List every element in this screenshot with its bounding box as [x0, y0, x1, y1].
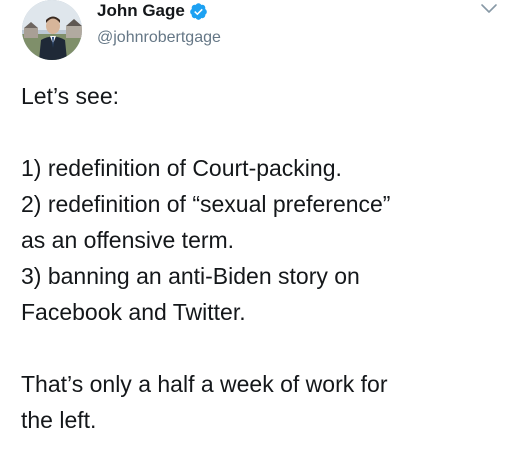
tweet-text: Let’s see: 1) redefinition of Court-pack… — [21, 78, 501, 438]
display-name[interactable]: John Gage — [97, 0, 185, 22]
tweet-intro: Let’s see: — [21, 83, 120, 109]
user-handle[interactable]: @johnrobertgage — [97, 27, 221, 49]
tweet-line: 1) redefinition of Court-packing. — [21, 155, 342, 181]
verified-badge-icon — [189, 2, 208, 21]
tweet-line: 3) banning an anti-Biden story on — [21, 263, 360, 289]
tweet-closing: the left. — [21, 407, 97, 433]
tweet-card: John Gage @johnrobertgage Let’s see: 1) … — [0, 0, 519, 450]
chevron-down-icon[interactable] — [479, 2, 499, 16]
avatar[interactable] — [22, 0, 82, 60]
tweet-line: as an offensive term. — [21, 227, 235, 253]
name-row: John Gage — [97, 0, 221, 22]
tweet-line: 2) redefinition of “sexual preference” — [21, 191, 391, 217]
tweet-closing: That’s only a half a week of work for — [21, 371, 388, 397]
author-block: John Gage @johnrobertgage — [97, 0, 221, 60]
tweet-line: Facebook and Twitter. — [21, 299, 246, 325]
profile-photo-image — [22, 0, 82, 60]
